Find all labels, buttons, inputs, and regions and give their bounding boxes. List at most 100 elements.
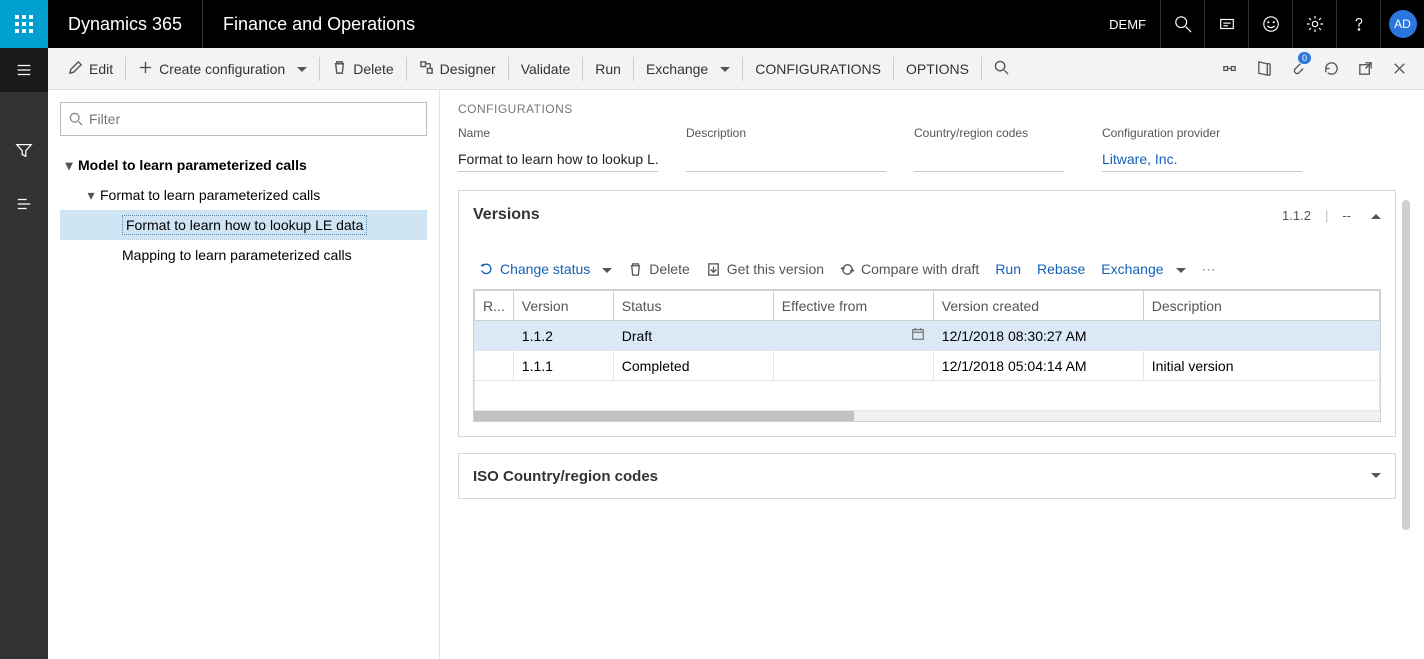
change-status-button[interactable]: Change status bbox=[479, 261, 612, 277]
refresh-icon[interactable] bbox=[1314, 48, 1348, 90]
table-row[interactable]: 1.1.1 Completed 12/1/2018 05:04:14 AM In… bbox=[475, 351, 1380, 381]
cell-created[interactable]: 12/1/2018 08:30:27 AM bbox=[933, 321, 1143, 351]
chevron-up-icon[interactable] bbox=[1365, 208, 1381, 223]
chevron-down-icon bbox=[714, 61, 730, 77]
cell-version[interactable]: 1.1.1 bbox=[513, 351, 613, 381]
waffle-icon[interactable] bbox=[0, 0, 48, 48]
table-row[interactable]: 1.1.2 Draft 12/1/2018 08:30:27 AM bbox=[475, 321, 1380, 351]
office-icon[interactable] bbox=[1246, 48, 1280, 90]
tree-node[interactable]: ▾ Format to learn parameterized calls bbox=[60, 180, 427, 210]
col-version[interactable]: Version bbox=[513, 291, 613, 321]
change-status-label: Change status bbox=[500, 261, 590, 277]
field-label: Country/region codes bbox=[914, 126, 1074, 140]
get-version-button[interactable]: Get this version bbox=[706, 261, 824, 277]
grid-h-scrollbar[interactable] bbox=[474, 411, 1380, 421]
close-icon[interactable] bbox=[1382, 48, 1416, 90]
config-tree: ▾ Model to learn parameterized calls ▾ F… bbox=[60, 150, 427, 270]
task-recorder-icon[interactable] bbox=[1204, 0, 1248, 48]
cell-description[interactable] bbox=[1143, 321, 1379, 351]
related-info-icon[interactable] bbox=[0, 182, 48, 226]
avatar: AD bbox=[1389, 10, 1417, 38]
filter-icon[interactable] bbox=[0, 128, 48, 172]
label: Delete bbox=[649, 261, 689, 277]
designer-button[interactable]: Designer bbox=[407, 48, 508, 90]
attachments-badge: 0 bbox=[1298, 52, 1311, 64]
field-country: Country/region codes bbox=[914, 126, 1074, 172]
gear-icon[interactable] bbox=[1292, 0, 1336, 48]
plus-icon bbox=[138, 60, 153, 78]
grid-delete-button[interactable]: Delete bbox=[628, 261, 689, 277]
iso-card[interactable]: ISO Country/region codes bbox=[458, 453, 1396, 499]
versions-title: Versions bbox=[473, 206, 1282, 224]
grid-exchange-button[interactable]: Exchange bbox=[1101, 261, 1185, 277]
breadcrumb: CONFIGURATIONS bbox=[458, 102, 1396, 116]
col-status[interactable]: Status bbox=[613, 291, 773, 321]
exchange-button[interactable]: Exchange bbox=[634, 48, 742, 90]
action-search-icon[interactable] bbox=[982, 48, 1021, 90]
tree-node[interactable]: Mapping to learn parameterized calls bbox=[60, 240, 427, 270]
field-provider: Configuration provider Litware, Inc. bbox=[1102, 126, 1302, 172]
content-v-scrollbar[interactable] bbox=[1402, 200, 1410, 530]
versions-header[interactable]: Versions 1.1.2 | -- bbox=[459, 191, 1395, 239]
popout-icon[interactable] bbox=[1348, 48, 1382, 90]
field-name: Name bbox=[458, 126, 658, 172]
compare-icon bbox=[840, 262, 855, 277]
col-r[interactable]: R... bbox=[475, 291, 514, 321]
attachments-icon[interactable]: 0 bbox=[1280, 48, 1314, 90]
search-icon[interactable] bbox=[1160, 0, 1204, 48]
create-configuration-button[interactable]: Create configuration bbox=[126, 48, 319, 90]
options-tab[interactable]: OPTIONS bbox=[894, 48, 981, 90]
cell-status[interactable]: Completed bbox=[613, 351, 773, 381]
grid-header-row: R... Version Status Effective from Versi… bbox=[475, 291, 1380, 321]
cell-status[interactable]: Draft bbox=[613, 321, 773, 351]
chevron-down-icon bbox=[291, 61, 307, 77]
search-icon bbox=[69, 112, 83, 126]
tree-label: Model to learn parameterized calls bbox=[78, 157, 427, 173]
attach-icon[interactable] bbox=[1212, 48, 1246, 90]
exchange-label: Exchange bbox=[646, 61, 708, 77]
filter-input[interactable] bbox=[89, 111, 418, 127]
more-icon[interactable]: ⋯ bbox=[1202, 261, 1218, 278]
cell-effective[interactable] bbox=[773, 321, 933, 351]
smiley-icon[interactable] bbox=[1248, 0, 1292, 48]
grid-run-button[interactable]: Run bbox=[995, 261, 1021, 277]
user-avatar[interactable]: AD bbox=[1380, 0, 1424, 48]
navpane-toggle[interactable] bbox=[0, 48, 48, 92]
country-input[interactable] bbox=[914, 146, 1064, 172]
configurations-tab[interactable]: CONFIGURATIONS bbox=[743, 48, 893, 90]
col-effective[interactable]: Effective from bbox=[773, 291, 933, 321]
provider-link[interactable]: Litware, Inc. bbox=[1102, 146, 1302, 172]
details-pane: CONFIGURATIONS Name Description Country/… bbox=[440, 90, 1424, 659]
cell-effective[interactable] bbox=[773, 351, 933, 381]
field-label: Name bbox=[458, 126, 658, 140]
col-description[interactable]: Description bbox=[1143, 291, 1379, 321]
rebase-button[interactable]: Rebase bbox=[1037, 261, 1085, 277]
description-input[interactable] bbox=[686, 146, 886, 172]
help-icon[interactable] bbox=[1336, 0, 1380, 48]
cell-description[interactable]: Initial version bbox=[1143, 351, 1379, 381]
col-created[interactable]: Version created bbox=[933, 291, 1143, 321]
field-label: Configuration provider bbox=[1102, 126, 1302, 140]
compare-button[interactable]: Compare with draft bbox=[840, 261, 979, 277]
cell-created[interactable]: 12/1/2018 05:04:14 AM bbox=[933, 351, 1143, 381]
tree-label: Format to learn how to lookup LE data bbox=[122, 217, 427, 233]
tree-node-root[interactable]: ▾ Model to learn parameterized calls bbox=[60, 150, 427, 180]
tree-filter-input[interactable] bbox=[60, 102, 427, 136]
pencil-icon bbox=[68, 60, 83, 78]
versions-toolbar: Change status Delete Get this version Co… bbox=[473, 249, 1381, 289]
edit-button[interactable]: Edit bbox=[56, 48, 125, 90]
product-name[interactable]: Dynamics 365 bbox=[48, 0, 203, 48]
name-input[interactable] bbox=[458, 146, 658, 172]
run-button[interactable]: Run bbox=[583, 48, 633, 90]
calendar-icon[interactable] bbox=[911, 327, 925, 344]
chevron-down-icon bbox=[1170, 261, 1186, 277]
cell-version[interactable]: 1.1.2 bbox=[513, 321, 613, 351]
left-rail bbox=[0, 48, 48, 659]
module-name: Finance and Operations bbox=[203, 0, 435, 48]
company-picker[interactable]: DEMF bbox=[1095, 0, 1160, 48]
delete-button[interactable]: Delete bbox=[320, 48, 405, 90]
validate-button[interactable]: Validate bbox=[509, 48, 583, 90]
download-icon bbox=[706, 262, 721, 277]
field-label: Description bbox=[686, 126, 886, 140]
tree-node-selected[interactable]: Format to learn how to lookup LE data bbox=[60, 210, 427, 240]
